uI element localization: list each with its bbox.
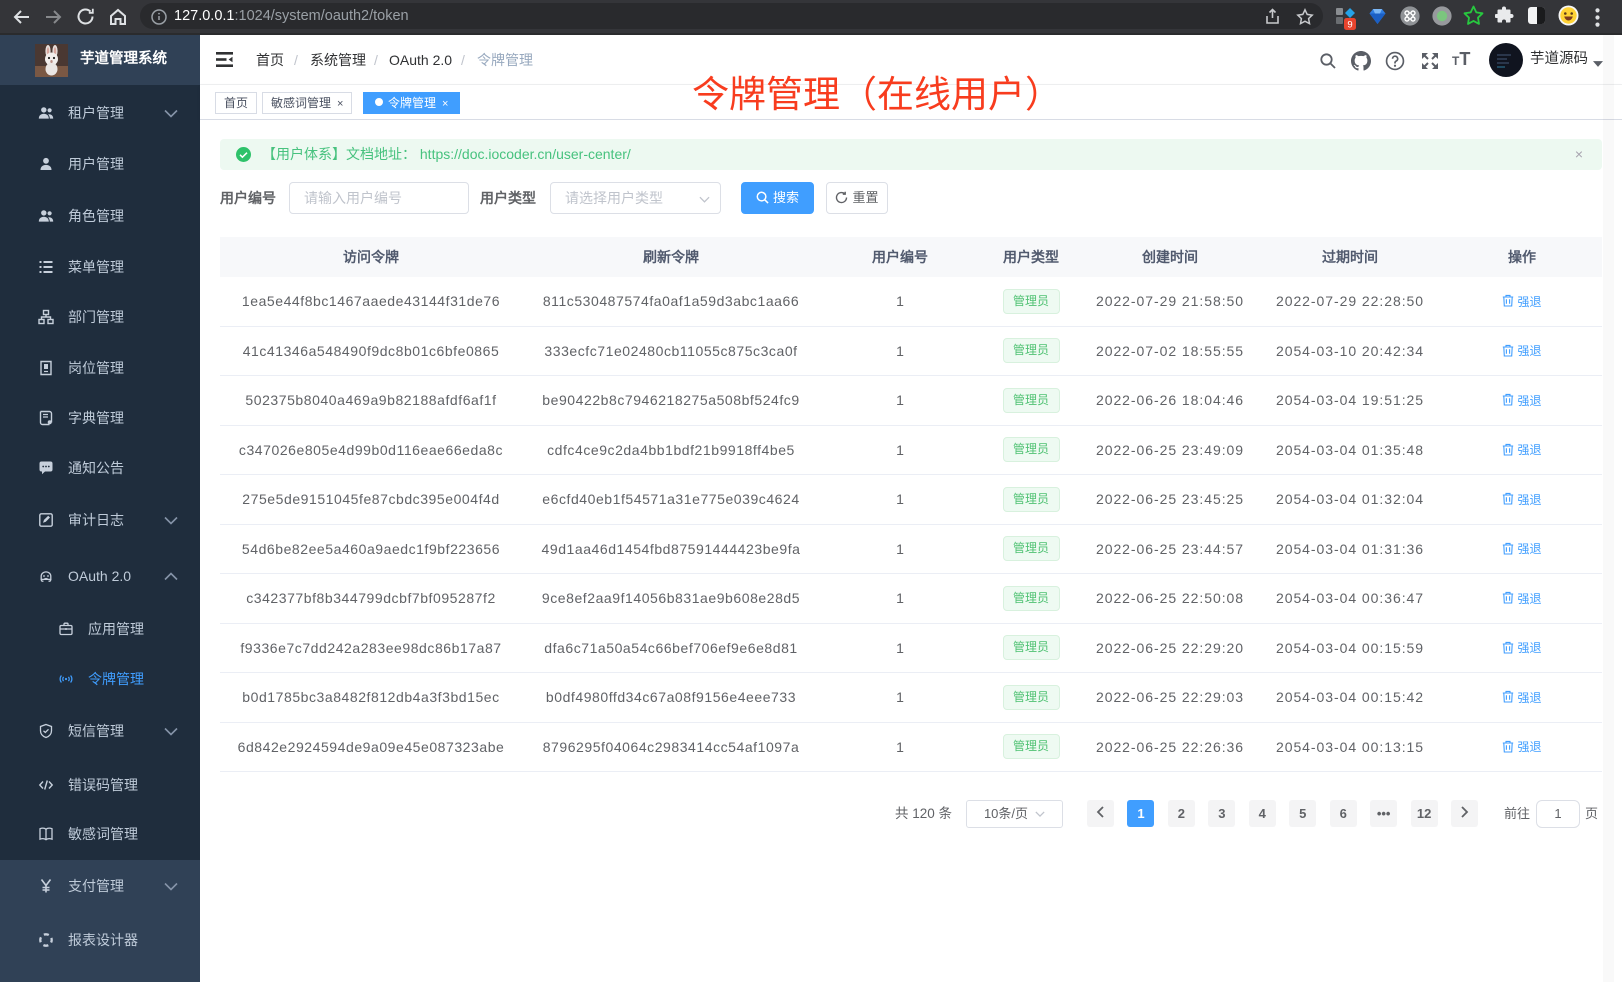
svg-text:9: 9 xyxy=(1347,20,1352,31)
